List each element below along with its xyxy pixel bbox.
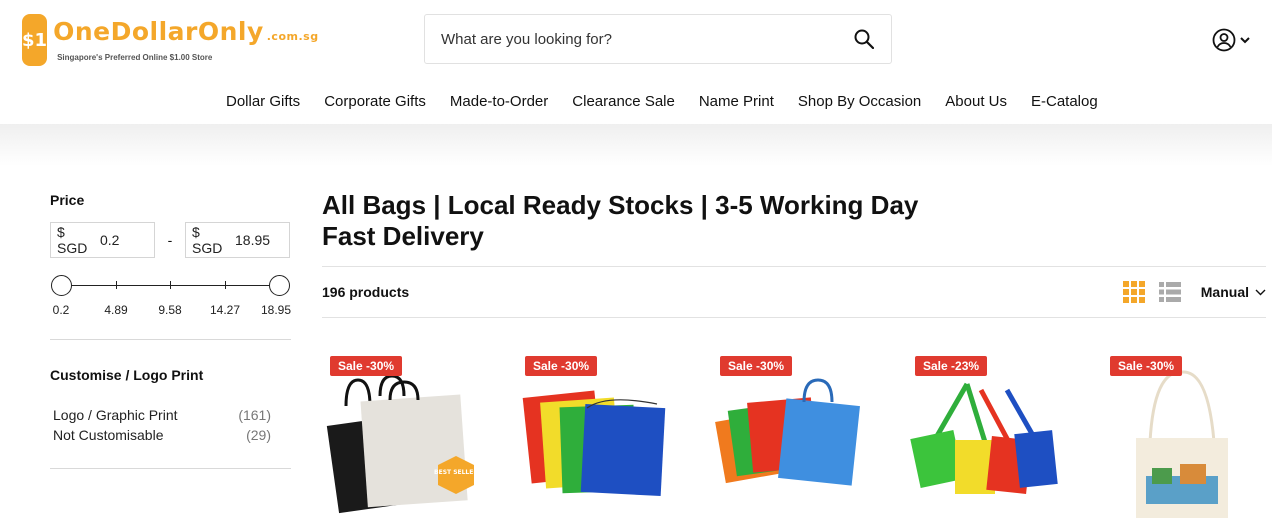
product-card[interactable]: Sale -30% xyxy=(517,350,677,518)
header-shadow-band xyxy=(0,124,1272,166)
product-grid: Sale -30% BEST SELLER Sale -30% Sale -30… xyxy=(322,350,1272,518)
filter-sidebar: Price $ SGD - $ SGD 0.2 4.89 9.58 14.27 … xyxy=(50,192,291,469)
product-card[interactable]: Sale -30% BEST SELLER xyxy=(322,350,482,518)
collection-toolbar: 196 products Manual xyxy=(322,266,1266,318)
slider-min-handle[interactable] xyxy=(51,275,72,296)
customise-filter-title: Customise / Logo Print xyxy=(50,367,204,383)
sale-badge: Sale -23% xyxy=(915,356,988,376)
slider-label: 18.95 xyxy=(260,303,292,317)
account-menu[interactable] xyxy=(1212,28,1250,52)
nav-name-print[interactable]: Name Print xyxy=(687,92,786,112)
option-count: (29) xyxy=(246,427,271,443)
product-card[interactable]: Sale -23% xyxy=(907,350,1067,518)
slider-label: 14.27 xyxy=(209,303,241,317)
slider-tick xyxy=(116,281,117,289)
slider-label: 9.58 xyxy=(158,303,182,317)
sale-badge: Sale -30% xyxy=(1110,356,1183,376)
search-input[interactable] xyxy=(441,30,853,48)
nav-dollar-gifts[interactable]: Dollar Gifts xyxy=(214,92,312,112)
site-logo[interactable]: $1 OneDollarOnly .com.sg Singapore's Pref… xyxy=(22,14,318,66)
option-count: (161) xyxy=(238,407,271,423)
search-bar xyxy=(424,14,892,64)
list-view-icon[interactable] xyxy=(1158,281,1181,303)
customise-options: Logo / Graphic Print (161) Not Customisa… xyxy=(50,407,291,443)
user-icon[interactable] xyxy=(1212,28,1236,52)
view-tools: Manual xyxy=(1122,281,1266,303)
collection-main: All Bags | Local Ready Stocks | 3-5 Work… xyxy=(322,190,1272,518)
slider-label: 0.2 xyxy=(52,303,70,317)
price-range-inputs: $ SGD - $ SGD xyxy=(50,222,291,258)
logo-text: OneDollarOnly .com.sg Singapore's Preferr… xyxy=(53,18,319,63)
site-header: $1 OneDollarOnly .com.sg Singapore's Pref… xyxy=(0,0,1272,124)
slider-tick xyxy=(170,281,171,289)
nav-e-catalog[interactable]: E-Catalog xyxy=(1019,92,1110,112)
sale-badge: Sale -30% xyxy=(720,356,793,376)
main-nav: Dollar Gifts Corporate Gifts Made-to-Ord… xyxy=(214,92,1110,112)
currency-label: $ SGD xyxy=(57,224,88,256)
nav-corporate-gifts[interactable]: Corporate Gifts xyxy=(312,92,438,112)
product-card[interactable]: Sale -30% xyxy=(712,350,872,518)
nav-shop-by-occasion[interactable]: Shop By Occasion xyxy=(786,92,933,112)
price-filter-title: Price xyxy=(50,192,85,208)
slider-tick xyxy=(225,281,226,289)
best-seller-badge: BEST SELLER xyxy=(434,469,478,476)
filter-option-not-customisable[interactable]: Not Customisable (29) xyxy=(50,427,291,443)
nav-made-to-order[interactable]: Made-to-Order xyxy=(438,92,560,112)
slider-label: 4.89 xyxy=(104,303,128,317)
chevron-down-icon xyxy=(1255,289,1266,295)
currency-label: $ SGD xyxy=(192,224,223,256)
option-label: Logo / Graphic Print xyxy=(53,407,178,423)
filter-divider xyxy=(50,339,291,340)
price-min-input[interactable] xyxy=(100,232,148,248)
product-card[interactable]: Sale -30% xyxy=(1102,350,1262,518)
nav-clearance-sale[interactable]: Clearance Sale xyxy=(560,92,687,112)
chevron-down-icon[interactable] xyxy=(1240,36,1250,44)
price-min-field[interactable]: $ SGD xyxy=(50,222,155,258)
price-slider[interactable] xyxy=(50,275,291,297)
grid-view-icon[interactable] xyxy=(1122,281,1145,303)
filter-divider xyxy=(50,468,291,469)
slider-max-handle[interactable] xyxy=(269,275,290,296)
slider-labels: 0.2 4.89 9.58 14.27 18.95 xyxy=(50,303,291,319)
product-count: 196 products xyxy=(322,284,410,300)
collection-title: All Bags | Local Ready Stocks | 3-5 Work… xyxy=(322,190,919,251)
price-max-input[interactable] xyxy=(235,232,283,248)
range-dash: - xyxy=(167,232,173,248)
search-icon[interactable] xyxy=(853,28,875,50)
sale-badge: Sale -30% xyxy=(525,356,598,376)
sale-badge: Sale -30% xyxy=(330,356,403,376)
price-max-field[interactable]: $ SGD xyxy=(185,222,290,258)
option-label: Not Customisable xyxy=(53,427,164,443)
logo-name: OneDollarOnly .com.sg xyxy=(53,18,319,51)
logo-tagline: Singapore's Preferred Online $1.00 Store xyxy=(57,53,213,62)
filter-option-logo-print[interactable]: Logo / Graphic Print (161) xyxy=(50,407,291,423)
logo-domain: .com.sg xyxy=(266,30,319,43)
logo-name-text: OneDollarOnly xyxy=(53,17,264,46)
nav-about-us[interactable]: About Us xyxy=(933,92,1019,112)
logo-badge: $1 xyxy=(22,14,48,66)
sort-value: Manual xyxy=(1200,284,1249,300)
sort-dropdown[interactable]: Manual xyxy=(1201,284,1266,300)
